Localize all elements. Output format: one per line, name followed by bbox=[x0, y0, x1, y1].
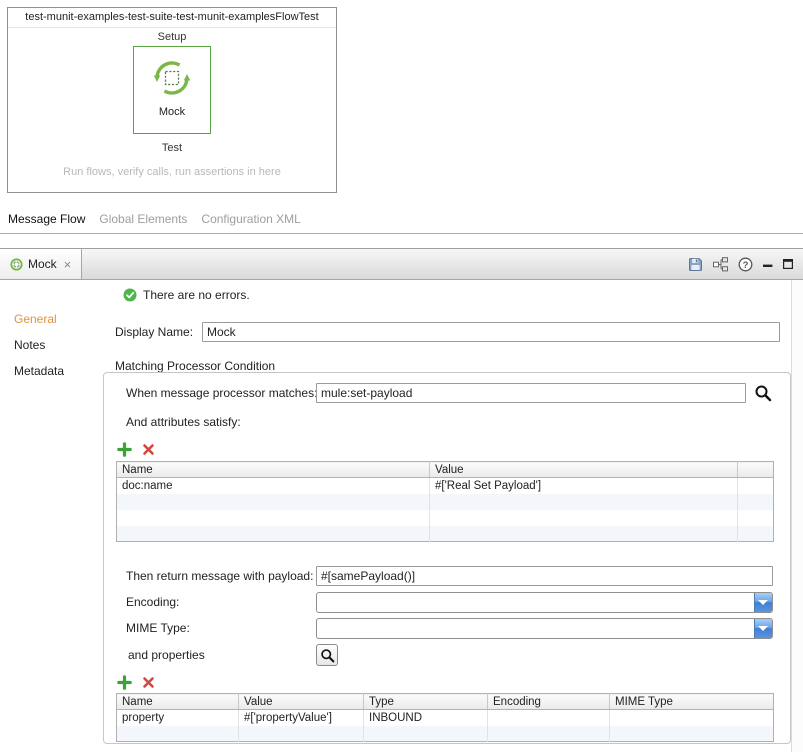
svg-text:?: ? bbox=[743, 259, 749, 270]
tab-message-flow[interactable]: Message Flow bbox=[8, 212, 85, 226]
attr-value-cell[interactable]: #['Real Set Payload'] bbox=[430, 478, 738, 494]
chevron-down-icon bbox=[758, 600, 768, 605]
table-row[interactable]: doc:name #['Real Set Payload'] bbox=[117, 478, 774, 494]
payload-label: Then return message with payload: bbox=[126, 566, 313, 586]
munit-test-flow-container: test-munit-examples-test-suite-test-muni… bbox=[7, 7, 337, 193]
search-icon bbox=[320, 648, 335, 663]
display-name-input[interactable] bbox=[202, 322, 780, 342]
editor-view-tabs: Message Flow Global Elements Configurati… bbox=[8, 212, 301, 226]
attributes-table-header: Name Value bbox=[117, 462, 774, 478]
mime-type-label: MIME Type: bbox=[126, 618, 190, 638]
column-header-value: Value bbox=[239, 694, 364, 710]
search-icon[interactable] bbox=[754, 384, 772, 405]
attributes-label: And attributes satisfy: bbox=[126, 412, 241, 432]
properties-sidebar: General Notes Metadata bbox=[0, 280, 90, 752]
test-phase-label: Test bbox=[162, 142, 182, 154]
properties-header: Mock × bbox=[0, 249, 803, 280]
properties-toolbar bbox=[117, 674, 155, 690]
properties-search-button[interactable] bbox=[316, 644, 338, 666]
payload-input[interactable] bbox=[316, 566, 773, 586]
prop-name-cell[interactable]: property bbox=[117, 710, 239, 726]
tab-configuration-xml[interactable]: Configuration XML bbox=[201, 212, 300, 226]
close-icon[interactable]: × bbox=[64, 257, 72, 272]
attributes-table: Name Value doc:name #['Real Set Payload'… bbox=[116, 461, 774, 542]
mock-tab-icon bbox=[10, 258, 23, 271]
editor-divider bbox=[0, 233, 803, 234]
properties-main: There are no errors. Display Name: Match… bbox=[90, 280, 791, 752]
status-row: There are no errors. bbox=[123, 288, 250, 302]
add-icon[interactable] bbox=[117, 675, 132, 690]
table-row[interactable] bbox=[117, 526, 774, 542]
chevron-down-icon bbox=[758, 626, 768, 631]
table-row[interactable] bbox=[117, 494, 774, 510]
help-icon[interactable]: ? bbox=[738, 257, 753, 272]
encoding-dropdown-button[interactable] bbox=[754, 593, 772, 612]
properties-table-header: Name Value Type Encoding MIME Type bbox=[117, 694, 774, 710]
properties-table: Name Value Type Encoding MIME Type prope… bbox=[116, 693, 774, 742]
column-header-type: Type bbox=[364, 694, 488, 710]
vertical-scrollbar[interactable] bbox=[791, 280, 803, 752]
save-icon[interactable] bbox=[688, 257, 703, 272]
properties-label: and properties bbox=[128, 645, 205, 665]
properties-tab-label: Mock bbox=[28, 257, 57, 271]
prop-mime-cell[interactable] bbox=[610, 710, 774, 726]
table-row[interactable] bbox=[117, 726, 774, 742]
mock-icon bbox=[149, 55, 195, 101]
tree-view-icon[interactable] bbox=[713, 257, 728, 272]
prop-type-cell[interactable]: INBOUND bbox=[364, 710, 488, 726]
matcher-label: When message processor matches: bbox=[126, 383, 317, 403]
attributes-toolbar bbox=[117, 441, 155, 457]
display-name-label: Display Name: bbox=[115, 322, 193, 342]
sidebar-item-general[interactable]: General bbox=[0, 306, 90, 332]
matcher-input[interactable] bbox=[316, 383, 746, 403]
table-row[interactable]: property #['propertyValue'] INBOUND bbox=[117, 710, 774, 726]
attr-name-cell[interactable]: doc:name bbox=[117, 478, 430, 494]
mock-processor-node[interactable]: Mock bbox=[133, 46, 211, 134]
column-header-mime: MIME Type bbox=[610, 694, 774, 710]
mime-dropdown-button[interactable] bbox=[754, 619, 772, 638]
sidebar-item-metadata[interactable]: Metadata bbox=[0, 358, 90, 384]
column-header-name: Name bbox=[117, 462, 430, 478]
remove-icon[interactable] bbox=[142, 676, 155, 689]
prop-encoding-cell[interactable] bbox=[488, 710, 610, 726]
column-header-encoding: Encoding bbox=[488, 694, 610, 710]
table-row[interactable] bbox=[117, 510, 774, 526]
remove-icon[interactable] bbox=[142, 443, 155, 456]
add-icon[interactable] bbox=[117, 442, 132, 457]
mock-node-label: Mock bbox=[159, 106, 185, 118]
column-header-value: Value bbox=[430, 462, 738, 478]
flow-title: test-munit-examples-test-suite-test-muni… bbox=[8, 8, 336, 28]
properties-body: General Notes Metadata There are no erro… bbox=[0, 280, 803, 752]
flow-hint-text: Run flows, verify calls, run assertions … bbox=[63, 166, 281, 178]
setup-phase-label: Setup bbox=[158, 31, 187, 43]
encoding-label: Encoding: bbox=[126, 592, 179, 612]
properties-tab-mock[interactable]: Mock × bbox=[0, 249, 82, 279]
no-errors-icon bbox=[123, 288, 137, 302]
mime-type-select[interactable] bbox=[316, 618, 773, 639]
minimize-icon[interactable] bbox=[763, 259, 773, 269]
column-header-empty bbox=[738, 462, 774, 478]
encoding-select[interactable] bbox=[316, 592, 773, 613]
prop-value-cell[interactable]: #['propertyValue'] bbox=[239, 710, 364, 726]
sidebar-item-notes[interactable]: Notes bbox=[0, 332, 90, 358]
tab-global-elements[interactable]: Global Elements bbox=[99, 212, 187, 226]
maximize-icon[interactable] bbox=[783, 259, 793, 269]
properties-panel: Mock × bbox=[0, 248, 803, 751]
panel-toolbar: ? bbox=[688, 249, 793, 279]
no-errors-text: There are no errors. bbox=[143, 288, 250, 302]
matching-processor-condition-group: When message processor matches: And attr… bbox=[103, 372, 791, 744]
column-header-name: Name bbox=[117, 694, 239, 710]
